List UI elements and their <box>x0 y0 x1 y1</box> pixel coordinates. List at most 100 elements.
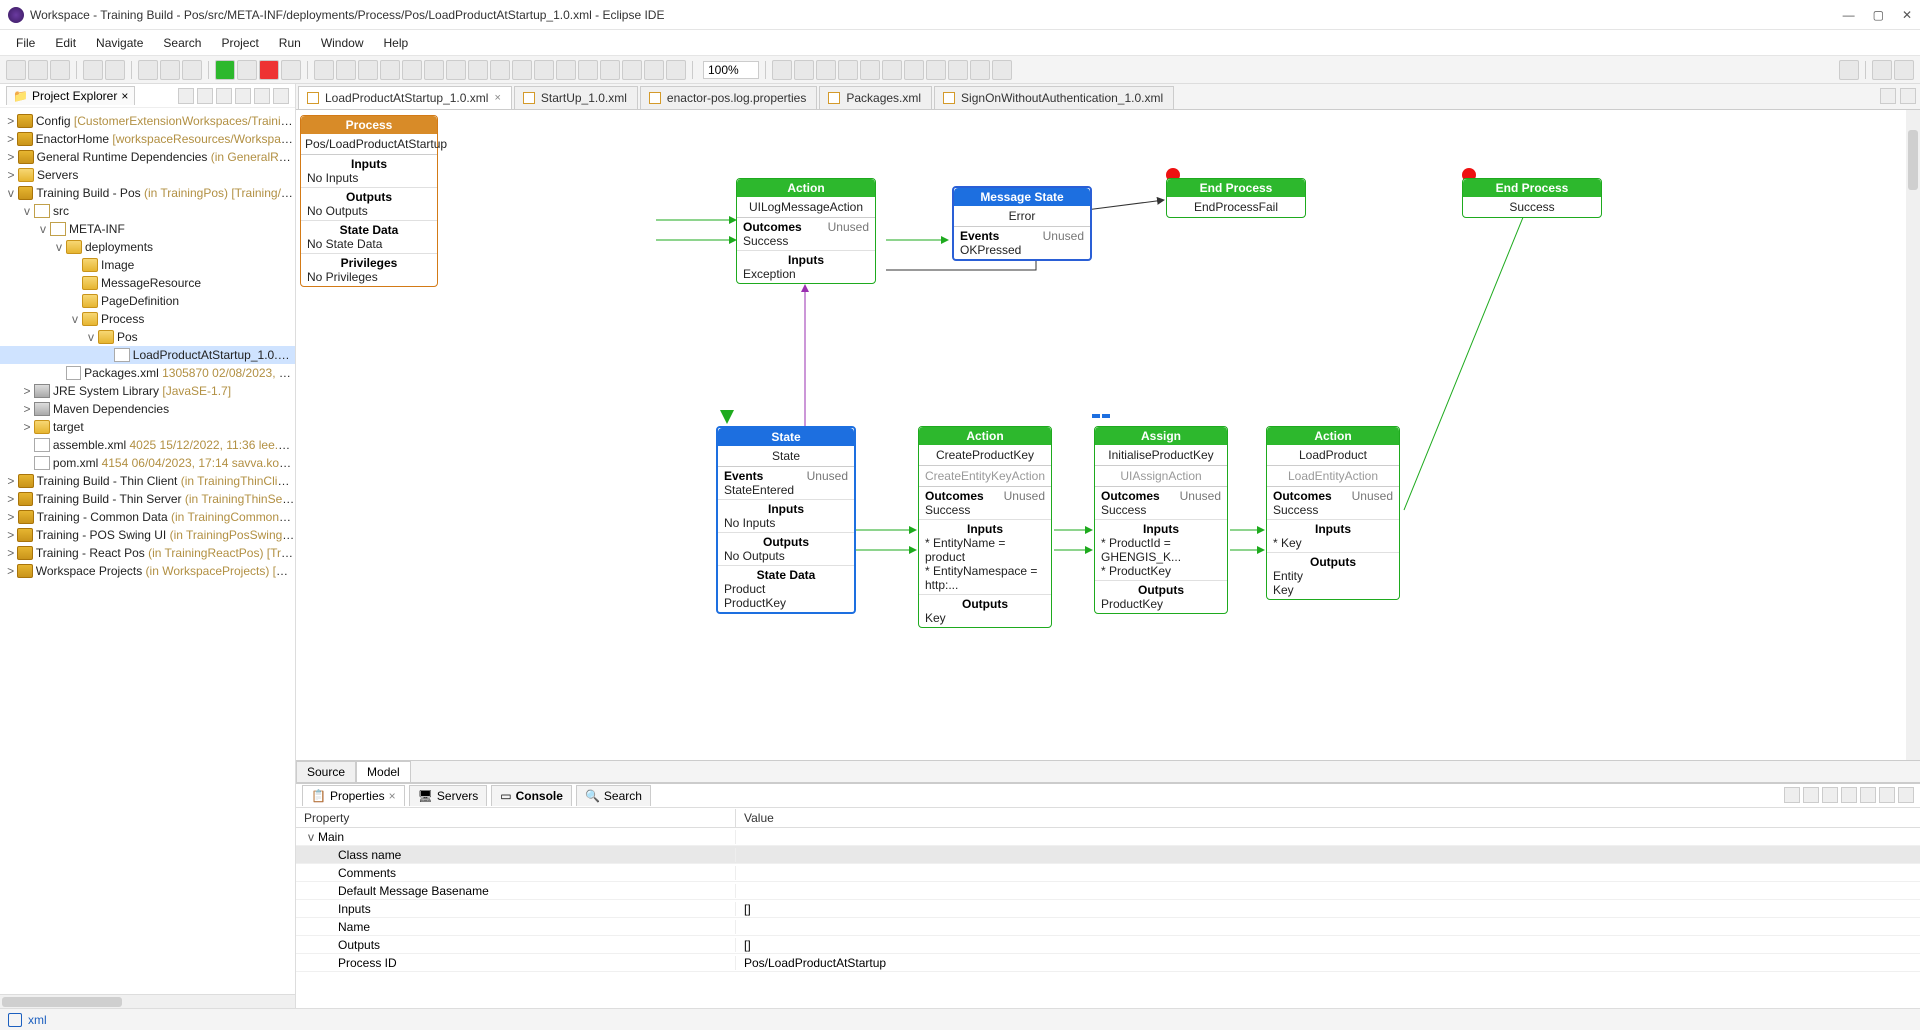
expand-toggle[interactable]: > <box>4 168 18 182</box>
expand-toggle[interactable]: v <box>84 330 98 344</box>
toolbar-button[interactable] <box>512 60 532 80</box>
link-editor-icon[interactable] <box>197 88 213 104</box>
toolbar-button[interactable] <box>237 60 257 80</box>
toolbar-button[interactable] <box>904 60 924 80</box>
expand-toggle[interactable]: > <box>4 546 17 560</box>
expand-toggle[interactable]: v <box>52 240 66 254</box>
expand-toggle[interactable]: > <box>4 132 17 146</box>
expand-toggle[interactable]: > <box>20 384 34 398</box>
tree-item[interactable]: >Training Build - Thin Client (in Traini… <box>0 472 295 490</box>
stop-button[interactable] <box>259 60 279 80</box>
close-icon[interactable]: × <box>389 789 396 803</box>
expand-toggle[interactable]: > <box>4 492 18 506</box>
toolbar-button[interactable] <box>50 60 70 80</box>
tree-item[interactable]: PageDefinition <box>0 292 295 310</box>
toolbar-button[interactable] <box>948 60 968 80</box>
tree-item[interactable]: >Config [CustomerExtensionWorkspaces/Tra… <box>0 112 295 130</box>
minimize-button[interactable]: — <box>1843 8 1855 22</box>
property-row[interactable]: Default Message Basename <box>296 882 1920 900</box>
node-uilog-action[interactable]: Action UILogMessageAction OutcomesUnused… <box>736 178 876 284</box>
node-end-process-success[interactable]: End Process Success <box>1462 178 1602 218</box>
menu-help[interactable]: Help <box>376 33 417 53</box>
toolbar-button[interactable] <box>578 60 598 80</box>
h-scrollbar[interactable] <box>0 994 295 1008</box>
menu-icon[interactable] <box>1841 787 1857 803</box>
toolbar-button[interactable] <box>182 60 202 80</box>
toolbar-button[interactable] <box>622 60 642 80</box>
minimize-icon[interactable] <box>1879 787 1895 803</box>
process-diagram-canvas[interactable]: Process Pos/LoadProductAtStartup InputsN… <box>296 110 1920 761</box>
node-process[interactable]: Process Pos/LoadProductAtStartup InputsN… <box>300 115 438 287</box>
tree-item[interactable]: >EnactorHome [workspaceResources/Workspa… <box>0 130 295 148</box>
toolbar-button[interactable] <box>926 60 946 80</box>
toolbar-button[interactable] <box>816 60 836 80</box>
property-row[interactable]: vMain <box>296 828 1920 846</box>
toolbar-button[interactable] <box>644 60 664 80</box>
expand-toggle[interactable]: > <box>4 564 17 578</box>
toolbar-button[interactable] <box>468 60 488 80</box>
minimize-view-icon[interactable] <box>1880 88 1896 104</box>
property-row[interactable]: Comments <box>296 864 1920 882</box>
maximize-icon[interactable] <box>1898 787 1914 803</box>
close-icon[interactable]: × <box>494 92 500 104</box>
tree-item[interactable]: >Training Build - Thin Server (in Traini… <box>0 490 295 508</box>
toolbar-button[interactable] <box>446 60 466 80</box>
toolbar-button[interactable] <box>105 60 125 80</box>
property-row[interactable]: Inputs[] <box>296 900 1920 918</box>
toolbar-button[interactable] <box>772 60 792 80</box>
tree-item[interactable]: >Servers <box>0 166 295 184</box>
pin-icon[interactable] <box>1784 787 1800 803</box>
tree-item[interactable]: vMETA-INF <box>0 220 295 238</box>
column-value[interactable]: Value <box>736 809 782 827</box>
tree-item[interactable]: >Maven Dependencies <box>0 400 295 418</box>
menu-run[interactable]: Run <box>271 33 309 53</box>
tab-servers[interactable]: 🖥Servers <box>409 785 488 806</box>
v-scrollbar[interactable] <box>1906 110 1920 760</box>
maximize-view-icon[interactable] <box>1900 88 1916 104</box>
expand-toggle[interactable]: v <box>4 186 18 200</box>
node-assign[interactable]: Assign InitialiseProductKey UIAssignActi… <box>1094 426 1228 614</box>
filter-icon[interactable] <box>1822 787 1838 803</box>
tree-item[interactable]: vsrc <box>0 202 295 220</box>
zoom-select[interactable]: 100% <box>703 61 759 79</box>
tree-item[interactable]: vProcess <box>0 310 295 328</box>
toolbar-button[interactable] <box>358 60 378 80</box>
maximize-icon[interactable] <box>273 88 289 104</box>
tree-item[interactable]: pom.xml 4154 06/04/2023, 17:14 savva.kon… <box>0 454 295 472</box>
expand-toggle[interactable]: > <box>4 528 17 542</box>
toolbar-button[interactable] <box>556 60 576 80</box>
menu-edit[interactable]: Edit <box>47 33 84 53</box>
close-button[interactable]: ✕ <box>1902 8 1912 22</box>
tree-item[interactable]: LoadProductAtStartup_1.0.xml <box>0 346 295 364</box>
expand-toggle[interactable]: > <box>4 510 18 524</box>
tree-item[interactable]: vPos <box>0 328 295 346</box>
restore-icon[interactable] <box>1860 787 1876 803</box>
column-property[interactable]: Property <box>296 809 736 827</box>
menu-project[interactable]: Project <box>213 33 266 53</box>
toolbar-button[interactable] <box>314 60 334 80</box>
toolbar-button[interactable] <box>1894 60 1914 80</box>
expand-toggle[interactable]: > <box>20 402 34 416</box>
toolbar-button[interactable] <box>666 60 686 80</box>
expand-toggle[interactable]: > <box>20 420 34 434</box>
tree-item[interactable]: assemble.xml 4025 15/12/2022, 11:36 lee.… <box>0 436 295 454</box>
run-button[interactable] <box>215 60 235 80</box>
expand-toggle[interactable]: v <box>68 312 82 326</box>
tree-item[interactable]: >Workspace Projects (in WorkspaceProject… <box>0 562 295 580</box>
tab-properties[interactable]: 📋Properties× <box>302 785 405 806</box>
node-load-product[interactable]: Action LoadProduct LoadEntityAction Outc… <box>1266 426 1400 600</box>
node-create-product-key[interactable]: Action CreateProductKey CreateEntityKeyA… <box>918 426 1052 628</box>
toolbar-button[interactable] <box>1872 60 1892 80</box>
toolbar-button[interactable] <box>534 60 554 80</box>
toolbar-button[interactable] <box>28 60 48 80</box>
toolbar-button[interactable] <box>424 60 444 80</box>
property-row[interactable]: Class name <box>296 846 1920 864</box>
property-row[interactable]: Name <box>296 918 1920 936</box>
tree-item[interactable]: Image <box>0 256 295 274</box>
toolbar-button[interactable] <box>336 60 356 80</box>
node-end-process-fail[interactable]: End Process EndProcessFail <box>1166 178 1306 218</box>
toolbar-button[interactable] <box>380 60 400 80</box>
expand-toggle[interactable]: > <box>4 150 18 164</box>
collapse-all-icon[interactable] <box>178 88 194 104</box>
editor-tab[interactable]: Packages.xml <box>819 86 932 109</box>
